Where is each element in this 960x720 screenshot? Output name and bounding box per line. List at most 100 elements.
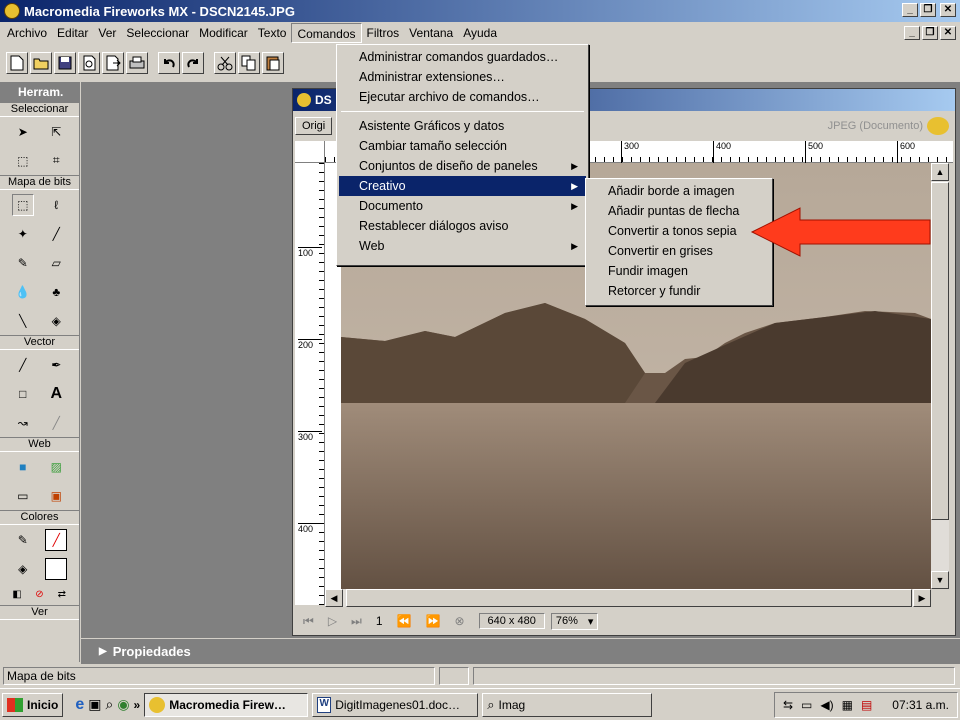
- print-icon[interactable]: [126, 52, 148, 74]
- pointer-tool-icon[interactable]: ➤: [12, 121, 34, 143]
- eyedropper-tool-icon[interactable]: ╲: [12, 310, 34, 332]
- menu-item-creativo[interactable]: Creativo ▶: [339, 176, 586, 196]
- canvas-size-label[interactable]: 640 x 480: [478, 613, 545, 629]
- stop-icon[interactable]: ⊗: [454, 614, 464, 628]
- no-color-icon[interactable]: ⊘: [28, 583, 50, 605]
- vertical-scrollbar[interactable]: ▲ ▼: [931, 163, 949, 589]
- crop-tool-icon[interactable]: ⌗: [45, 150, 67, 172]
- scroll-down-button[interactable]: ▼: [931, 571, 949, 589]
- start-button[interactable]: Inicio: [2, 692, 64, 717]
- paste-icon[interactable]: [262, 52, 284, 74]
- scroll-left-button[interactable]: ◀: [325, 589, 343, 607]
- menu-item-documento[interactable]: Documento ▶: [339, 196, 586, 216]
- magic-wand-tool-icon[interactable]: ✦: [12, 223, 34, 245]
- hide-slices-icon[interactable]: ▭: [12, 485, 34, 507]
- first-frame-icon[interactable]: ⏮: [303, 614, 314, 629]
- menu-modificar[interactable]: Modificar: [194, 23, 253, 43]
- stroke-color-icon[interactable]: ✎: [12, 529, 34, 551]
- next-frame-icon[interactable]: ⏩: [426, 614, 441, 628]
- menu-item-admin-extensiones[interactable]: Administrar extensiones…: [339, 67, 586, 87]
- knife-tool-icon[interactable]: ╱: [45, 412, 67, 434]
- submenu-item-retorcer[interactable]: Retorcer y fundir: [588, 281, 770, 301]
- doc-restore-button[interactable]: ❐: [922, 26, 938, 40]
- submenu-item-grises[interactable]: Convertir en grises: [588, 241, 770, 261]
- stroke-swatch[interactable]: ╱: [45, 528, 68, 551]
- menu-item-cambiar-tamano[interactable]: Cambiar tamaño selección: [339, 136, 586, 156]
- monitor-icon[interactable]: ▭: [801, 698, 812, 712]
- blur-tool-icon[interactable]: 💧: [12, 281, 34, 303]
- menu-ventana[interactable]: Ventana: [404, 23, 458, 43]
- scale-tool-icon[interactable]: ⬚: [12, 150, 34, 172]
- fill-swatch[interactable]: [45, 557, 68, 580]
- import-icon[interactable]: [78, 52, 100, 74]
- horizontal-scrollbar[interactable]: ◀ ▶: [325, 589, 931, 607]
- menu-editar[interactable]: Editar: [52, 23, 93, 43]
- lasso-tool-icon[interactable]: ℓ: [45, 194, 67, 216]
- export-icon[interactable]: [102, 52, 124, 74]
- menu-filtros[interactable]: Filtros: [362, 23, 405, 43]
- cut-icon[interactable]: [214, 52, 236, 74]
- zoom-select[interactable]: 76% ▾: [550, 612, 599, 630]
- scroll-right-button[interactable]: ▶: [913, 589, 931, 607]
- save-icon[interactable]: [54, 52, 76, 74]
- tab-original[interactable]: Origi: [295, 117, 333, 135]
- play-icon[interactable]: ▷: [328, 614, 337, 628]
- menu-ayuda[interactable]: Ayuda: [458, 23, 502, 43]
- undo-icon[interactable]: [158, 52, 180, 74]
- menu-item-web[interactable]: Web ▶: [339, 236, 586, 256]
- subselect-tool-icon[interactable]: ⇱: [45, 121, 67, 143]
- close-button[interactable]: ✕: [940, 3, 956, 17]
- pen-tool-icon[interactable]: ✒: [45, 354, 67, 376]
- scroll-thumb-h[interactable]: [346, 589, 913, 607]
- freeform-tool-icon[interactable]: ↝: [12, 412, 34, 434]
- menu-item-admin-comandos[interactable]: Administrar comandos guardados…: [339, 47, 586, 67]
- open-folder-icon[interactable]: [30, 52, 52, 74]
- hotspot-tool-icon[interactable]: ■: [12, 456, 34, 478]
- text-tool-icon[interactable]: A: [45, 383, 67, 405]
- slice-tool-icon[interactable]: ▨: [45, 456, 67, 478]
- redo-icon[interactable]: [182, 52, 204, 74]
- task-imag[interactable]: ⌕ Imag: [482, 692, 653, 717]
- show-slices-icon[interactable]: ▣: [45, 485, 67, 507]
- rectangle-tool-icon[interactable]: □: [12, 383, 34, 405]
- submenu-item-fundir[interactable]: Fundir imagen: [588, 261, 770, 281]
- restore-button[interactable]: ❐: [920, 3, 936, 17]
- tools-header[interactable]: Herram.: [0, 82, 79, 102]
- line-tool-icon[interactable]: ╱: [12, 354, 34, 376]
- tray-app-icon[interactable]: ▦: [842, 698, 853, 712]
- desktop-icon[interactable]: ▣: [88, 696, 101, 713]
- properties-panel-bar[interactable]: ▶ Propiedades: [81, 639, 960, 664]
- default-colors-icon[interactable]: ◧: [6, 583, 28, 605]
- ie-icon[interactable]: e: [75, 696, 84, 714]
- network-icon[interactable]: ⇆: [783, 698, 793, 712]
- task-word[interactable]: W DigitImagenes01.doc…: [312, 692, 479, 717]
- brush-tool-icon[interactable]: ╱: [45, 223, 67, 245]
- pencil-tool-icon[interactable]: ✎: [12, 252, 34, 274]
- explorer-icon[interactable]: ⌕: [105, 696, 113, 713]
- submenu-item-tonos-sepia[interactable]: Convertir a tonos sepia: [588, 221, 770, 241]
- tray-alert-icon[interactable]: ▤: [861, 698, 872, 712]
- copy-icon[interactable]: [238, 52, 260, 74]
- fill-color-icon[interactable]: ◈: [12, 558, 34, 580]
- scroll-thumb-v[interactable]: [931, 182, 949, 520]
- marquee-tool-icon[interactable]: ⬚: [11, 193, 34, 216]
- last-frame-icon[interactable]: ⏭: [351, 614, 362, 629]
- more-icon[interactable]: »: [134, 698, 141, 712]
- stamp-tool-icon[interactable]: ♣: [45, 281, 67, 303]
- doc-close-button[interactable]: ✕: [940, 26, 956, 40]
- minimize-button[interactable]: _: [902, 3, 918, 17]
- menu-item-asistente-graficos[interactable]: Asistente Gráficos y datos: [339, 116, 586, 136]
- submenu-item-borde[interactable]: Añadir borde a imagen: [588, 181, 770, 201]
- menu-archivo[interactable]: Archivo: [2, 23, 52, 43]
- submenu-item-puntas-flecha[interactable]: Añadir puntas de flecha: [588, 201, 770, 221]
- fireworks-arrow-icon[interactable]: [927, 117, 949, 135]
- new-file-icon[interactable]: [6, 52, 28, 74]
- menu-item-restablecer[interactable]: Restablecer diálogos aviso: [339, 216, 586, 236]
- media-icon[interactable]: ◉: [117, 696, 129, 713]
- task-fireworks[interactable]: Macromedia Firew…: [144, 692, 309, 717]
- prev-frame-icon[interactable]: ⏪: [397, 614, 412, 628]
- swap-colors-icon[interactable]: ⇄: [51, 583, 73, 605]
- menu-ver[interactable]: Ver: [93, 23, 121, 43]
- scroll-up-button[interactable]: ▲: [931, 163, 949, 181]
- doc-minimize-button[interactable]: _: [904, 26, 920, 40]
